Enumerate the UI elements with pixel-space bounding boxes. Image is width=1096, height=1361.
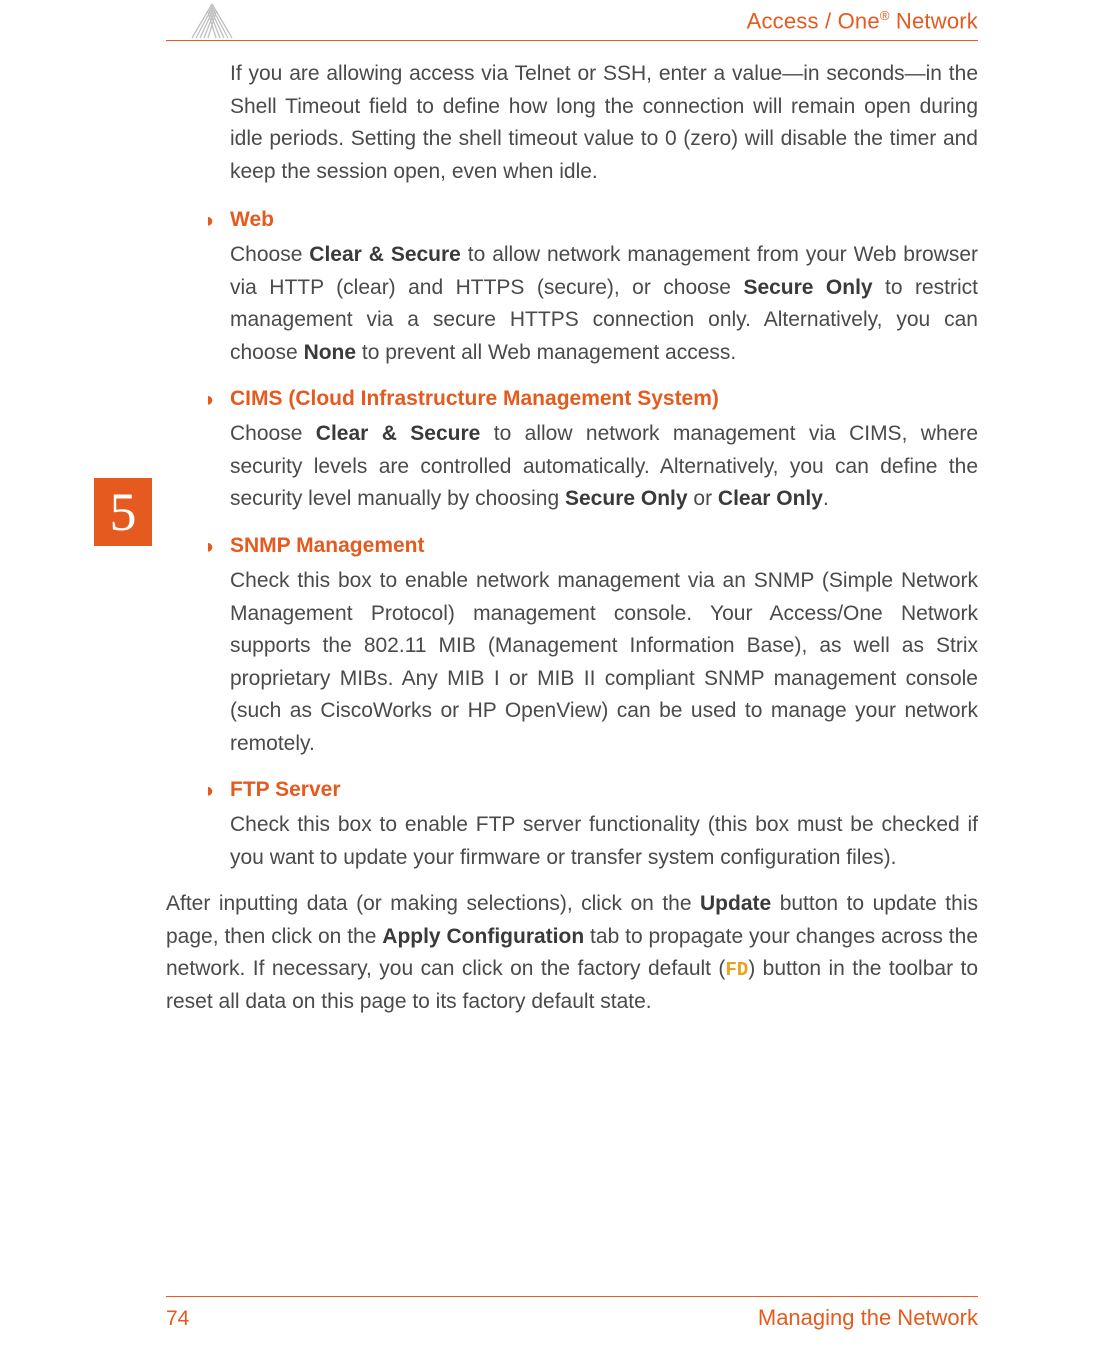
footer-rule — [166, 1296, 978, 1297]
bullet-ftp: ◗ FTP Server Check this box to enable FT… — [204, 774, 978, 874]
brand-logo-icon — [186, 0, 238, 40]
bullet-heading-web: Web — [230, 204, 274, 237]
bullet-heading-cims: CIMS (Cloud Infrastructure Management Sy… — [230, 383, 719, 416]
bullet-cims: ◗ CIMS (Cloud Infrastructure Management … — [204, 383, 978, 516]
bullet-heading-ftp: FTP Server — [230, 774, 341, 807]
intro-paragraph: If you are allowing access via Telnet or… — [230, 58, 978, 188]
bullet-icon: ◗ — [204, 532, 220, 563]
brand-registered-mark: ® — [880, 8, 890, 23]
bullet-snmp: ◗ SNMP Management Check this box to enab… — [204, 530, 978, 760]
closing-paragraph: After inputting data (or making selectio… — [166, 888, 978, 1018]
bullet-body-snmp: Check this box to enable network managem… — [230, 565, 978, 760]
page-number: 74 — [166, 1307, 189, 1331]
brand-suffix: Network — [890, 8, 978, 33]
bullet-body-web: Choose Clear & Secure to allow network m… — [230, 239, 978, 369]
document-page: Access / One® Network 5 If you are allow… — [0, 0, 1096, 1361]
bullet-icon: ◗ — [204, 776, 220, 807]
bullet-heading-snmp: SNMP Management — [230, 530, 425, 563]
chapter-number: 5 — [110, 485, 137, 539]
bullet-icon: ◗ — [204, 206, 220, 237]
fd-button-label: FD — [725, 959, 748, 981]
brand-prefix: Access / One — [747, 8, 880, 33]
bullet-web: ◗ Web Choose Clear & Secure to allow net… — [204, 204, 978, 369]
running-header-title: Access / One® Network — [747, 8, 978, 34]
content-column: If you are allowing access via Telnet or… — [166, 58, 978, 1019]
bullet-icon: ◗ — [204, 385, 220, 416]
bullet-body-cims: Choose Clear & Secure to allow network m… — [230, 418, 978, 516]
bullet-body-ftp: Check this box to enable FTP server func… — [230, 809, 978, 874]
footer-section-title: Managing the Network — [758, 1305, 978, 1331]
header-rule — [166, 40, 978, 41]
chapter-number-tab: 5 — [94, 478, 152, 546]
